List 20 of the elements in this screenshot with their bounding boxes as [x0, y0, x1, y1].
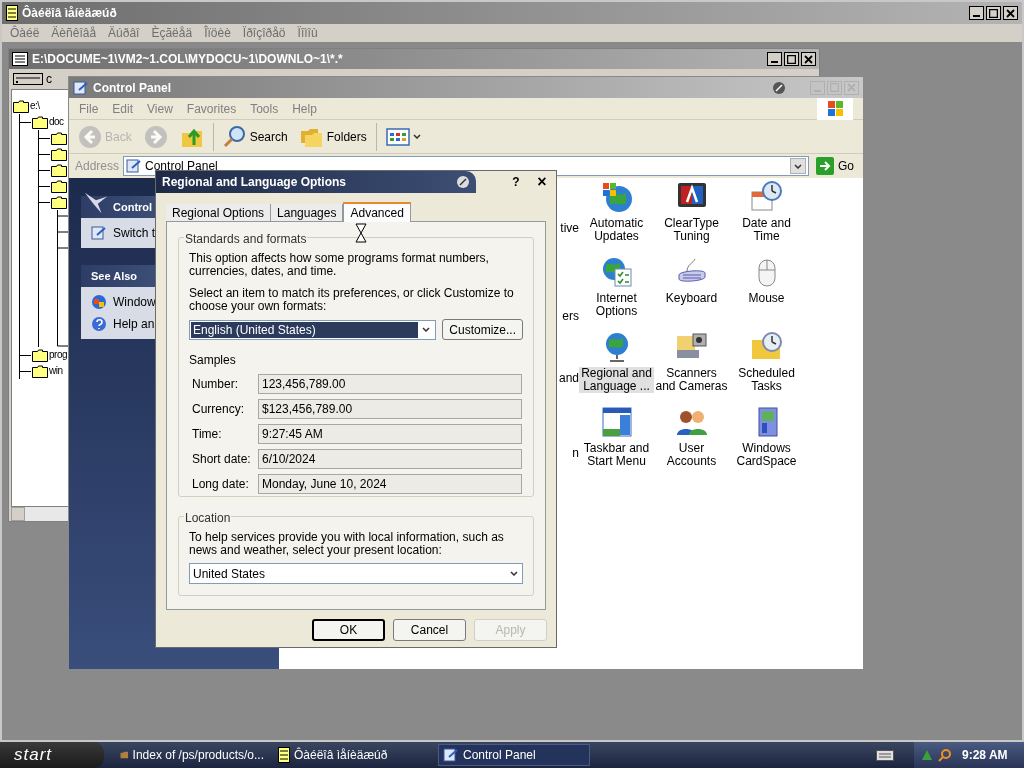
window-title: Control Panel	[93, 79, 171, 97]
window-title: Ôàéëîâ ìåíèäæúð	[22, 4, 117, 22]
sample-value: Monday, June 10, 2024	[258, 474, 522, 494]
description-text: This option affects how some programs format numbers, currencies, dates, and time.	[189, 252, 490, 278]
sample-value: 6/10/2024	[258, 449, 522, 469]
instruction-text: To help services provide you with local information, such as news and weather, select your present location:	[189, 531, 505, 557]
window-title: E:\DOCUME~1\VM2~1.COL\MYDOCU~1\DOWNLO~1\*.*	[32, 51, 343, 68]
sample-label: Number:	[192, 376, 239, 393]
sample-label: Currency:	[192, 401, 245, 418]
samples-label: Samples	[189, 352, 237, 369]
clock: 9:28 AM	[962, 747, 1008, 764]
sample-value: $123,456,789.00	[258, 399, 522, 419]
window-title: Regional and Language Options	[162, 174, 347, 191]
address-label: Address	[75, 158, 120, 175]
sample-value: 9:27:45 AM	[258, 424, 522, 444]
sample-label: Short date:	[192, 451, 252, 468]
sample-label: Time:	[192, 426, 223, 443]
sample-value: 123,456,789.00	[258, 374, 522, 394]
sample-label: Long date:	[192, 476, 250, 493]
instruction-text: Select an item to match its preferences, or click Customize to choose your own formats:	[189, 287, 515, 313]
